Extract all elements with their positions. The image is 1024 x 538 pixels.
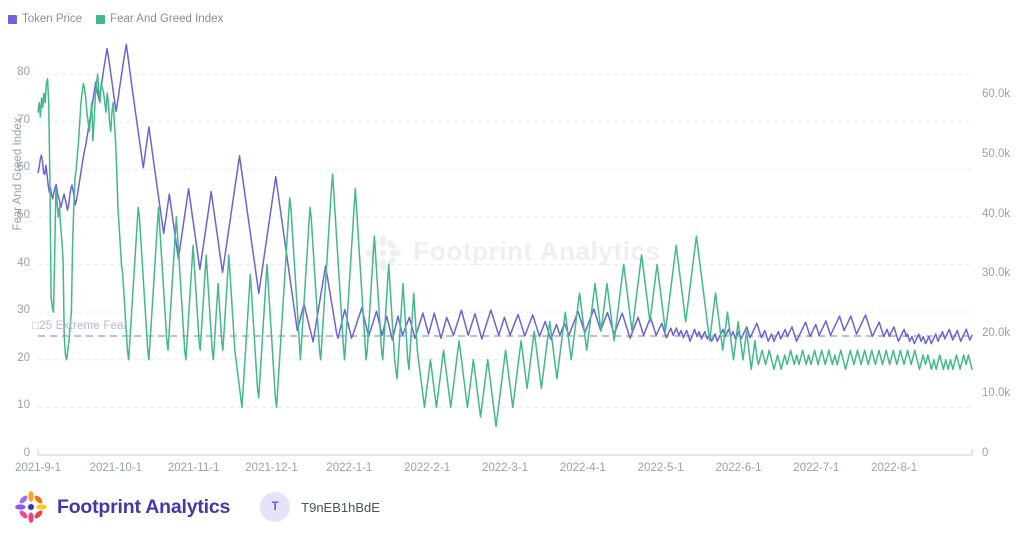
axis-tick-label: 0 <box>0 447 30 459</box>
threshold-annotation-label: □25 Extreme Fear <box>32 320 128 332</box>
axis-tick-label: 60 <box>0 161 30 173</box>
axis-tick-label: 2022-2-1 <box>382 462 472 474</box>
axis-tick-label: 40.0k <box>982 208 1024 220</box>
axis-tick-label: 10 <box>0 399 30 411</box>
axis-tick-label: 2021-12-1 <box>227 462 317 474</box>
axis-tick-label: 0 <box>982 447 1024 459</box>
axis-tick-label: 2022-8-1 <box>849 462 939 474</box>
footprint-burst-logo-icon <box>14 490 48 524</box>
axis-tick-label: 2022-1-1 <box>304 462 394 474</box>
token-badge[interactable]: T T9nEB1hBdE <box>260 492 380 522</box>
avatar: T <box>260 492 290 522</box>
brand: Footprint Analytics <box>14 490 230 524</box>
axis-tick-label: 70 <box>0 114 30 126</box>
chart-svg <box>0 0 1024 470</box>
chart-plot-area: Fear And Greed Index Footprint Analytics… <box>0 0 1024 470</box>
axis-tick-label: 30 <box>0 304 30 316</box>
chart-page: Token Price Fear And Greed Index Fear An… <box>0 0 1024 538</box>
axis-tick-label: 2021-11-1 <box>149 462 239 474</box>
axis-tick-label: 2021-10-1 <box>71 462 161 474</box>
axis-tick-label: 2022-3-1 <box>460 462 550 474</box>
axis-tick-label: 10.0k <box>982 387 1024 399</box>
axis-tick-label: 20 <box>0 352 30 364</box>
axis-tick-label: 80 <box>0 66 30 78</box>
axis-tick-label: 40 <box>0 257 30 269</box>
axis-tick-label: 60.0k <box>982 88 1024 100</box>
axis-tick-label: 20.0k <box>982 327 1024 339</box>
axis-tick-label: 2022-7-1 <box>771 462 861 474</box>
chart-footer: Footprint Analytics T T9nEB1hBdE <box>0 476 1024 538</box>
axis-tick-label: 50.0k <box>982 148 1024 160</box>
token-name: T9nEB1hBdE <box>301 500 380 515</box>
axis-tick-label: 2022-4-1 <box>538 462 628 474</box>
axis-tick-label: 30.0k <box>982 267 1024 279</box>
axis-tick-label: 2022-5-1 <box>616 462 706 474</box>
axis-tick-label: 2022-6-1 <box>694 462 784 474</box>
axis-tick-label: 50 <box>0 209 30 221</box>
brand-name: Footprint Analytics <box>57 496 230 519</box>
